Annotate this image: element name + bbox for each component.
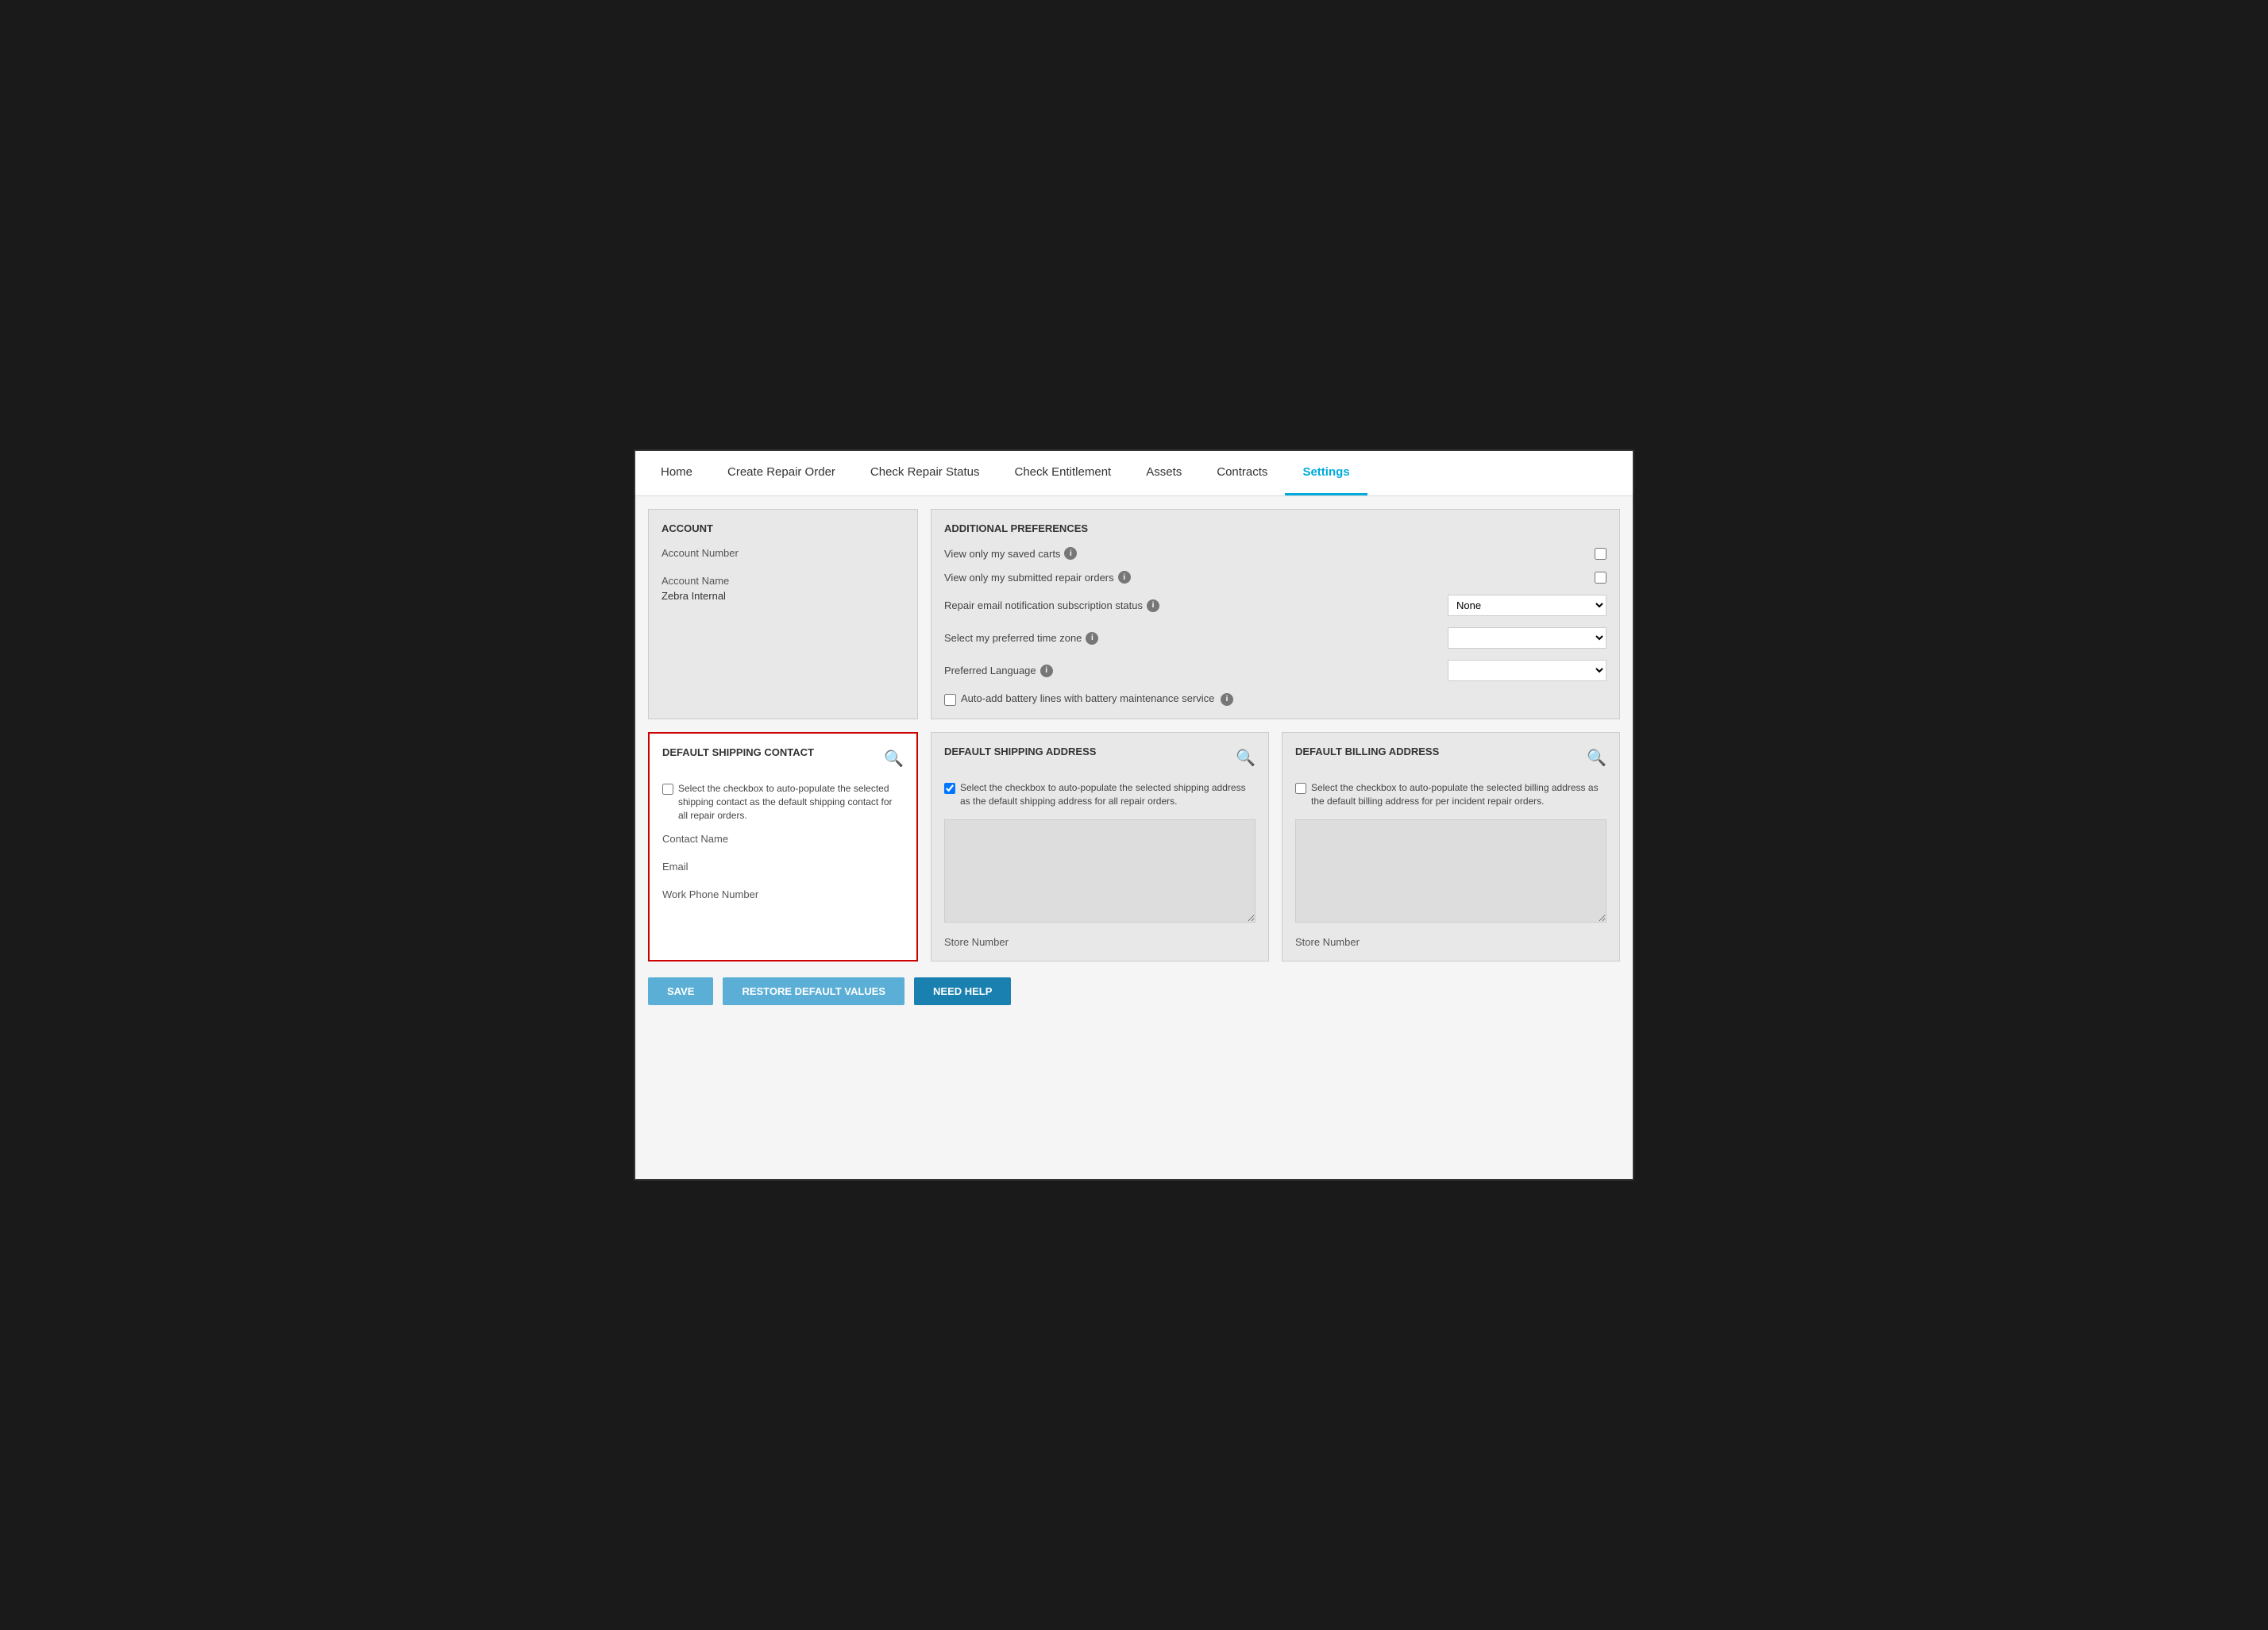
shipping-contact-header: DEFAULT SHIPPING CONTACT 🔍	[662, 746, 904, 771]
select-timezone[interactable]	[1448, 627, 1606, 649]
additional-prefs-title: ADDITIONAL PREFERENCES	[944, 522, 1606, 534]
battery-label: Auto-add battery lines with battery main…	[961, 692, 1233, 706]
shipping-address-checkbox-row: Select the checkbox to auto-populate the…	[944, 781, 1256, 808]
shipping-contact-checkbox-row: Select the checkbox to auto-populate the…	[662, 782, 904, 822]
pref-row-saved-carts: View only my saved carts i	[944, 547, 1606, 560]
shipping-address-header: DEFAULT SHIPPING ADDRESS 🔍	[944, 746, 1256, 770]
pref-control-email-notif: None All Shipped Completed	[1448, 595, 1606, 616]
email-label: Email	[662, 861, 904, 873]
pref-row-submitted-orders: View only my submitted repair orders i	[944, 571, 1606, 584]
pref-label-saved-carts: View only my saved carts i	[944, 547, 1595, 560]
help-button[interactable]: NEED HELP	[914, 977, 1011, 1005]
checkbox-submitted-orders[interactable]	[1595, 572, 1606, 584]
top-row: ACCOUNT Account Number Account Name Zebr…	[648, 509, 1620, 719]
action-buttons: SAVE RESTORE DEFAULT VALUES NEED HELP	[648, 974, 1620, 1008]
nav-item-assets[interactable]: Assets	[1128, 451, 1199, 495]
work-phone-label: Work Phone Number	[662, 888, 904, 900]
info-icon-timezone[interactable]: i	[1086, 632, 1098, 645]
nav-item-check-repair-status[interactable]: Check Repair Status	[853, 451, 997, 495]
select-language[interactable]	[1448, 660, 1606, 681]
search-icon-shipping-contact[interactable]: 🔍	[884, 749, 904, 769]
billing-address-header: DEFAULT BILLING ADDRESS 🔍	[1295, 746, 1606, 770]
nav-item-check-entitlement[interactable]: Check Entitlement	[997, 451, 1128, 495]
additional-prefs-panel: ADDITIONAL PREFERENCES View only my save…	[931, 509, 1620, 719]
pref-control-language	[1448, 660, 1606, 681]
app-container: Home Create Repair Order Check Repair St…	[634, 449, 1634, 1181]
account-name-value: Zebra Internal	[662, 590, 904, 602]
restore-button[interactable]: RESTORE DEFAULT VALUES	[723, 977, 904, 1005]
search-icon-shipping-address[interactable]: 🔍	[1236, 748, 1256, 768]
shipping-contact-panel: DEFAULT SHIPPING CONTACT 🔍 Select the ch…	[648, 732, 918, 961]
pref-label-email-notif: Repair email notification subscription s…	[944, 599, 1448, 612]
pref-row-timezone: Select my preferred time zone i	[944, 627, 1606, 649]
account-name-label: Account Name	[662, 575, 904, 587]
account-panel: ACCOUNT Account Number Account Name Zebr…	[648, 509, 918, 719]
checkbox-billing-address[interactable]	[1295, 783, 1306, 794]
nav-item-settings[interactable]: Settings	[1285, 451, 1367, 495]
nav-item-contracts[interactable]: Contracts	[1199, 451, 1285, 495]
pref-control-submitted-orders	[1595, 572, 1606, 584]
info-icon-submitted-orders[interactable]: i	[1118, 571, 1131, 584]
shipping-contact-title: DEFAULT SHIPPING CONTACT	[662, 746, 814, 758]
info-icon-email-notif[interactable]: i	[1147, 599, 1159, 612]
billing-store-number-label: Store Number	[1295, 936, 1606, 948]
pref-row-language: Preferred Language i	[944, 660, 1606, 681]
billing-address-panel: DEFAULT BILLING ADDRESS 🔍 Select the che…	[1282, 732, 1620, 961]
checkbox-shipping-address[interactable]	[944, 783, 955, 794]
pref-control-saved-carts	[1595, 548, 1606, 560]
pref-label-language: Preferred Language i	[944, 665, 1448, 677]
checkbox-battery[interactable]	[944, 694, 956, 706]
billing-address-checkbox-row: Select the checkbox to auto-populate the…	[1295, 781, 1606, 808]
pref-label-submitted-orders: View only my submitted repair orders i	[944, 571, 1595, 584]
shipping-address-textarea[interactable]	[944, 819, 1256, 923]
shipping-address-panel: DEFAULT SHIPPING ADDRESS 🔍 Select the ch…	[931, 732, 1269, 961]
shipping-store-number-label: Store Number	[944, 936, 1256, 948]
select-email-notif[interactable]: None All Shipped Completed	[1448, 595, 1606, 616]
checkbox-shipping-contact[interactable]	[662, 784, 673, 795]
nav-item-create-repair-order[interactable]: Create Repair Order	[710, 451, 853, 495]
billing-address-title: DEFAULT BILLING ADDRESS	[1295, 746, 1439, 757]
billing-address-textarea[interactable]	[1295, 819, 1606, 923]
checkbox-saved-carts[interactable]	[1595, 548, 1606, 560]
info-icon-battery[interactable]: i	[1221, 693, 1233, 706]
main-content: ACCOUNT Account Number Account Name Zebr…	[635, 496, 1633, 1179]
pref-row-battery: Auto-add battery lines with battery main…	[944, 692, 1606, 706]
account-panel-title: ACCOUNT	[662, 522, 904, 534]
pref-label-timezone: Select my preferred time zone i	[944, 632, 1448, 645]
nav-item-home[interactable]: Home	[643, 451, 710, 495]
info-icon-language[interactable]: i	[1040, 665, 1053, 677]
info-icon-saved-carts[interactable]: i	[1064, 547, 1077, 560]
bottom-row: DEFAULT SHIPPING CONTACT 🔍 Select the ch…	[648, 732, 1620, 961]
save-button[interactable]: SAVE	[648, 977, 713, 1005]
pref-row-email-notif: Repair email notification subscription s…	[944, 595, 1606, 616]
pref-control-timezone	[1448, 627, 1606, 649]
contact-name-label: Contact Name	[662, 833, 904, 845]
search-icon-billing-address[interactable]: 🔍	[1587, 748, 1606, 768]
nav-bar: Home Create Repair Order Check Repair St…	[635, 451, 1633, 496]
shipping-address-title: DEFAULT SHIPPING ADDRESS	[944, 746, 1096, 757]
account-number-label: Account Number	[662, 547, 904, 559]
